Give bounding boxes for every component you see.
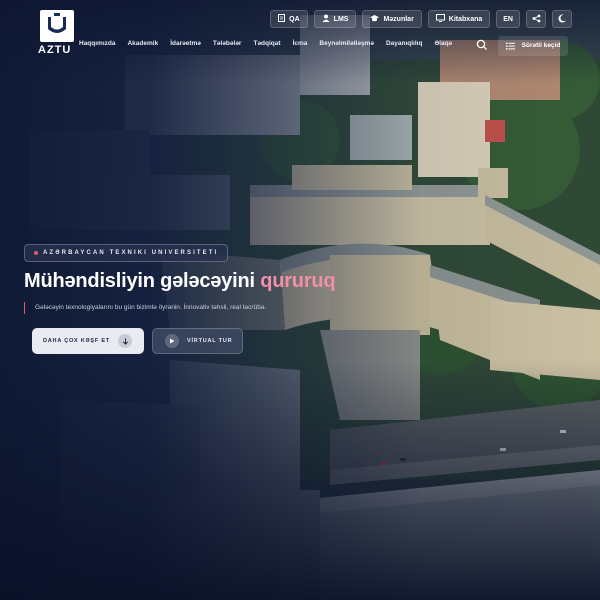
site-logo[interactable]: AZTU xyxy=(38,10,76,56)
nav-item-sustainability[interactable]: Dayanıqlılıq xyxy=(386,40,422,47)
search-button[interactable] xyxy=(475,38,489,52)
lms-button[interactable]: LMS xyxy=(313,10,357,28)
nav-item-contact[interactable]: Əlaqə xyxy=(434,40,452,47)
explore-more-label: DAHA ÇOX KƏŞF ET xyxy=(43,338,111,344)
logo-text: AZTU xyxy=(38,44,72,56)
main-navigation: Haqqımızda Akademik İdarəetmə Tələbələr … xyxy=(79,40,452,47)
nav-item-research[interactable]: Tədqiqat xyxy=(253,40,280,47)
language-switch[interactable]: EN xyxy=(496,10,520,28)
share-button[interactable] xyxy=(526,10,546,28)
hero-headline: Mühəndisliyin gələcəyini qururuq xyxy=(24,270,336,293)
user-icon xyxy=(322,14,330,24)
background-bottom-fade xyxy=(0,0,600,600)
moon-icon xyxy=(557,14,567,25)
arrow-down-icon xyxy=(118,334,133,348)
hero-subtitle: Gələcəyin texnologiyalarını bu gün bizim… xyxy=(24,302,266,314)
virtual-tour-button[interactable]: VİRTUAL TUR xyxy=(152,328,243,354)
nav-item-community[interactable]: İcma xyxy=(293,40,308,47)
quick-access-button[interactable]: Sürətli keçid xyxy=(498,36,568,56)
explore-more-button[interactable]: DAHA ÇOX KƏŞF ET xyxy=(32,328,144,354)
headline-accent: qururuq xyxy=(260,270,336,292)
play-icon xyxy=(165,334,179,348)
language-label: EN xyxy=(503,15,513,23)
quick-access-label: Sürətli keçid xyxy=(521,42,561,49)
aztu-shield-logo-icon xyxy=(40,10,74,42)
hero-tag: Azərbaycan Texniki Universiteti xyxy=(24,244,229,262)
nav-item-management[interactable]: İdarəetmə xyxy=(170,40,201,47)
library-button[interactable]: Kitabxana xyxy=(427,10,491,28)
library-label: Kitabxana xyxy=(448,15,483,23)
theme-toggle-button[interactable] xyxy=(552,10,572,28)
headline-main: Mühəndisliyin gələcəyini xyxy=(24,270,255,292)
qa-button[interactable]: QA xyxy=(270,10,308,28)
tag-dot-icon xyxy=(34,251,38,255)
alumni-label: Məzunlar xyxy=(383,15,414,23)
lms-label: LMS xyxy=(333,15,349,23)
graduation-cap-icon xyxy=(370,14,380,24)
search-icon xyxy=(475,39,489,56)
document-icon xyxy=(278,14,286,24)
share-icon xyxy=(532,14,541,25)
nav-item-about[interactable]: Haqqımızda xyxy=(79,40,115,47)
nav-item-internationalization[interactable]: Beynəlmiləlləşmə xyxy=(319,40,374,47)
monitor-icon xyxy=(435,14,445,24)
qa-label: QA xyxy=(289,15,300,23)
nav-item-students[interactable]: Tələbələr xyxy=(213,40,242,47)
virtual-tour-label: VİRTUAL TUR xyxy=(187,338,233,344)
hero-tag-label: Azərbaycan Texniki Universiteti xyxy=(43,250,219,256)
nav-item-academic[interactable]: Akademik xyxy=(127,40,158,47)
top-utility-bar: QA LMS Məzunlar Kitabxana EN xyxy=(270,10,572,28)
list-icon xyxy=(506,37,515,55)
alumni-button[interactable]: Məzunlar xyxy=(362,10,422,28)
